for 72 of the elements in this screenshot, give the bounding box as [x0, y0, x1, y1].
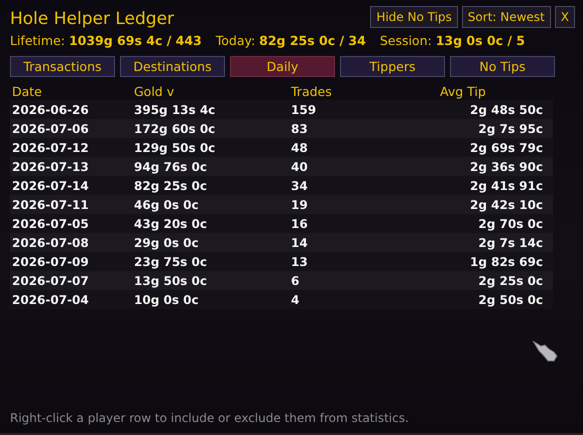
column-header: Gold v [134, 84, 176, 98]
table-cell-text: 2g 41s 91c [469, 178, 543, 192]
table-cell-text: 2026-07-08 [11, 236, 90, 250]
table-cell-text: 14 [291, 236, 309, 250]
table-cell-text: 395g 13s 4c [134, 102, 216, 116]
table-cell-text: 4 [291, 292, 300, 306]
table-cell-text: 13g 50s 0c [134, 274, 208, 288]
table-cell-text: 94g 76s 0c [134, 160, 208, 174]
table-cell-text: 2026-07-14 [11, 178, 90, 192]
table-cell-text: 2g 48s 50c [469, 102, 543, 116]
table-cell-text: 2026-07-04 [11, 292, 90, 306]
table-row[interactable]: 2026-07-13 94g 76s 0c 40 2g 36s 90c [10, 157, 553, 176]
table-cell-text: 2026-07-11 [11, 198, 90, 212]
table-cell-text: 159 [291, 102, 318, 116]
stat-text: Lifetime: 1039g 69s 4c / 443 [10, 33, 202, 48]
table-cell-text: 2g 7s 14c [477, 236, 543, 250]
table-cell-text: 34 [291, 178, 309, 192]
table-cell-text: 10g 0s 0c [134, 292, 200, 306]
tab[interactable]: No Tips [450, 56, 555, 77]
header-button[interactable]: Hide No Tips [370, 6, 458, 28]
window-title: Hole Helper Ledger [10, 9, 174, 29]
table-cell-text: 2g 70s 0c [477, 216, 543, 230]
column-header: Avg Tip [439, 84, 487, 98]
table-cell-text: 16 [291, 216, 309, 230]
table-row[interactable]: 2026-07-07 13g 50s 0c 6 2g 25s 0c [10, 271, 553, 290]
table-row[interactable]: 2026-07-04 10g 0s 0c 4 2g 50s 0c [10, 290, 553, 309]
table-cell-text: 13 [291, 254, 309, 268]
table-cell-text: 2g 7s 95c [477, 122, 543, 136]
tab[interactable]: Destinations [120, 56, 225, 77]
table-row[interactable]: 2026-07-09 23g 75s 0c 13 1g 82s 69c [10, 252, 553, 271]
table-row[interactable]: 2026-06-26 395g 13s 4c 159 2g 48s 50c [10, 100, 553, 119]
table-cell-text: 2g 69s 79c [469, 140, 543, 154]
table-row[interactable]: 2026-07-12 129g 50s 0c 48 2g 69s 79c [10, 138, 553, 157]
table-row[interactable]: 2026-07-14 82g 25s 0c 34 2g 41s 91c [10, 176, 553, 195]
header-button[interactable]: Sort: Newest [462, 6, 551, 28]
table-cell-text: 2g 50s 0c [477, 292, 543, 306]
table-cell-text: 2026-07-12 [11, 140, 90, 154]
table-cell-text: 19 [291, 198, 309, 212]
table-cell-text: 1g 82s 69c [469, 254, 543, 268]
stat-text: Today: 82g 25s 0c / 34 [216, 33, 366, 48]
table-cell-text: 2026-07-09 [11, 254, 90, 268]
table-cell-text: 172g 60s 0c [134, 122, 216, 136]
table-row[interactable]: 2026-07-05 43g 20s 0c 16 2g 70s 0c [10, 214, 553, 233]
table-row[interactable]: 2026-07-08 29g 0s 0c 14 2g 7s 14c [10, 233, 553, 252]
table-row[interactable]: 2026-07-06 172g 60s 0c 83 2g 7s 95c [10, 119, 553, 138]
table-cell-text: 2g 42s 10c [469, 198, 543, 212]
tab[interactable]: Daily [230, 56, 335, 77]
tab[interactable]: Tippers [340, 56, 445, 77]
table-cell-text: 83 [291, 122, 309, 136]
header-button[interactable]: X [554, 6, 575, 28]
table-cell-text: 46g 0s 0c [134, 198, 200, 212]
table-cell-text: 2026-07-05 [11, 216, 90, 230]
table-cell-text: 6 [291, 274, 300, 288]
table-cell-text: 40 [291, 160, 309, 174]
table-cell-text: 129g 50s 0c [134, 140, 216, 154]
table-cell-text: 2026-07-07 [11, 274, 90, 288]
column-header: Date [11, 84, 43, 98]
table-cell-text: 2026-07-06 [11, 122, 90, 136]
stat-text: Session: 13g 0s 0c / 5 [380, 33, 525, 48]
table-row[interactable]: 2026-07-11 46g 0s 0c 19 2g 42s 10c [10, 195, 553, 214]
table-cell-text: 82g 25s 0c [134, 178, 208, 192]
table-cell-text: 2026-06-26 [11, 102, 90, 116]
column-header: Trades [291, 84, 333, 98]
status-text: Right-click a player row to include or exclude them from statistics. [10, 411, 410, 425]
table-cell-text: 43g 20s 0c [134, 216, 208, 230]
table-cell-text: 2026-07-13 [11, 160, 90, 174]
table-cell-text: 2g 36s 90c [469, 160, 543, 174]
table-cell-text: 23g 75s 0c [134, 254, 208, 268]
table-cell-text: 2g 25s 0c [477, 274, 543, 288]
table-cell-text: 48 [291, 140, 309, 154]
tab[interactable]: Transactions [10, 56, 115, 77]
table-cell-text: 29g 0s 0c [134, 236, 200, 250]
